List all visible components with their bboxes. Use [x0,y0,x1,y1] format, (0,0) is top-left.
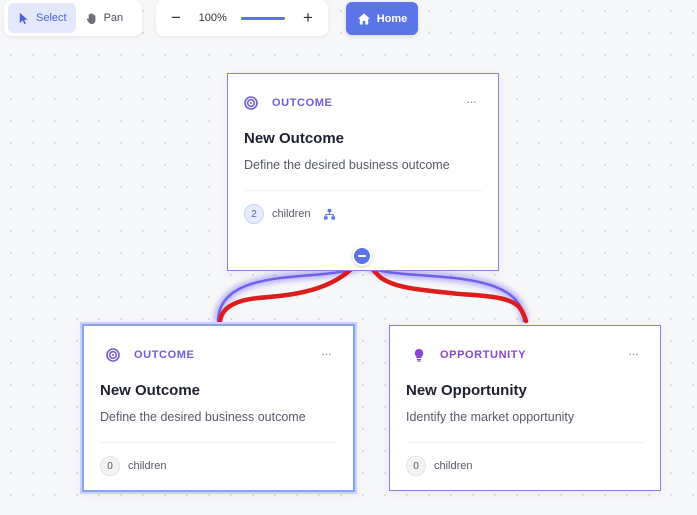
node-type-label: OPPORTUNITY [440,349,527,361]
node-divider [406,442,644,443]
minus-icon [358,255,366,257]
node-title: New Opportunity [406,382,527,399]
children-count-badge: 0 [406,456,426,476]
node-footer: 0 children [406,456,473,476]
zoom-in-button[interactable]: + [300,8,316,28]
select-tool-button[interactable]: Select [8,3,76,33]
node-divider [244,190,482,191]
more-options-button[interactable]: ··· [466,94,477,109]
zoom-out-button[interactable]: − [168,8,184,28]
node-divider [100,442,337,443]
cursor-arrow-icon [19,12,28,24]
pan-tool-label: Pan [103,12,124,24]
children-label: children [434,460,473,472]
zoom-slider[interactable] [241,16,286,20]
home-label: Home [376,12,408,25]
node-card-child-outcome[interactable]: OUTCOME ··· New Outcome Define the desir… [82,324,355,492]
hand-icon [86,12,95,24]
children-count-badge: 0 [100,456,120,476]
node-footer: 2 children [244,204,336,224]
target-icon [244,96,258,110]
lightbulb-icon [412,348,426,362]
node-description: Define the desired business outcome [100,410,306,424]
node-type-label: OUTCOME [272,97,333,109]
target-icon [106,348,120,362]
home-icon [357,13,370,24]
children-label: children [128,460,167,472]
node-type-row: OUTCOME [106,348,194,362]
node-title: New Outcome [100,382,201,399]
tool-selector: Select Pan [4,0,142,36]
node-description: Define the desired business outcome [244,158,450,172]
more-options-button[interactable]: ··· [628,346,639,361]
node-title: New Outcome [244,130,345,147]
node-card-opportunity[interactable]: OPPORTUNITY ··· New Opportunity Identify… [389,325,661,491]
node-type-row: OUTCOME [244,96,332,110]
collapse-children-button[interactable] [352,246,372,266]
node-card-root-outcome[interactable]: OUTCOME ··· New Outcome Define the desir… [227,73,499,271]
zoom-controls: − 100% + [156,0,328,36]
node-type-label: OUTCOME [134,349,195,361]
node-type-row: OPPORTUNITY [412,348,526,362]
select-tool-label: Select [36,12,67,24]
zoom-level: 100% [198,12,227,24]
home-button[interactable]: Home [346,2,418,35]
more-options-button[interactable]: ··· [321,346,332,361]
children-count-badge: 2 [244,204,264,224]
children-label: children [272,208,311,220]
hierarchy-icon [323,208,335,220]
node-description: Identify the market opportunity [406,410,575,424]
node-footer: 0 children [100,456,167,476]
pan-tool-button[interactable]: Pan [76,3,133,33]
